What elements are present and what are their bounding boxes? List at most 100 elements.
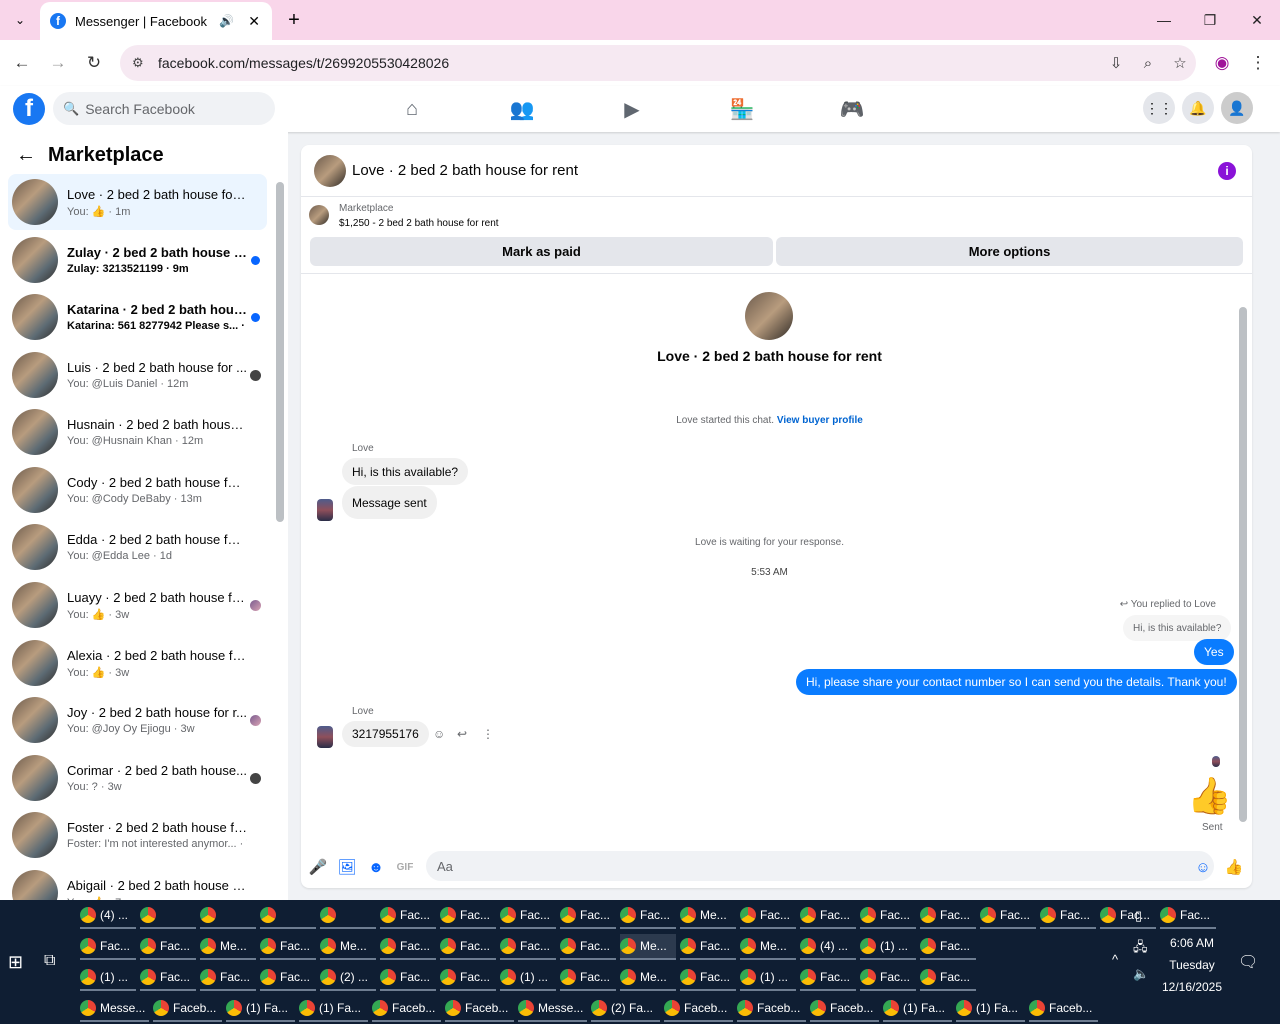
taskbar-app-button[interactable]: Fac...	[260, 934, 316, 960]
taskbar-app-button[interactable]: (1) Fa...	[883, 996, 952, 1022]
taskbar-app-button[interactable]: Me...	[320, 934, 376, 960]
notification-center-icon[interactable]: 🗨	[1238, 952, 1258, 972]
minimize-button[interactable]: —	[1152, 8, 1176, 32]
taskbar-app-button[interactable]: Fac...	[500, 934, 556, 960]
task-view-icon[interactable]: ⧉	[44, 952, 55, 970]
close-tab-icon[interactable]: ✕	[248, 13, 260, 30]
profile-icon[interactable]: ◉	[1210, 51, 1234, 75]
site-info-icon[interactable]: ⚙	[132, 55, 152, 71]
address-bar[interactable]: ⚙ facebook.com/messages/t/26992055304280…	[120, 45, 1196, 81]
search-input[interactable]: 🔍 Search Facebook	[53, 92, 275, 125]
taskbar-app-button[interactable]: Fac...	[620, 903, 676, 929]
microphone-icon[interactable]: 🎤	[307, 856, 329, 878]
outgoing-message[interactable]: Hi, please share your contact number so …	[796, 669, 1237, 695]
more-options-button[interactable]: More options	[776, 237, 1243, 266]
network-icon[interactable]: 🖧	[1133, 938, 1148, 960]
conversation-title[interactable]: Love · 2 bed 2 bath house for rent	[352, 162, 578, 179]
gaming-icon[interactable]: 🎮	[832, 94, 872, 124]
taskbar-app-button[interactable]: Faceb...	[810, 996, 879, 1022]
install-app-icon[interactable]: ⇩	[1100, 54, 1132, 72]
incoming-message[interactable]: 3217955176	[342, 721, 429, 747]
taskbar-app-button[interactable]: Fac...	[500, 903, 556, 929]
taskbar-app-button[interactable]: Faceb...	[664, 996, 733, 1022]
taskbar-app-button[interactable]: Faceb...	[1029, 996, 1098, 1022]
taskbar-app-button[interactable]: Fac...	[440, 934, 496, 960]
mark-as-paid-button[interactable]: Mark as paid	[310, 237, 773, 266]
taskbar-app-button[interactable]: Fac...	[560, 934, 616, 960]
taskbar-app-button[interactable]: (1) ...	[860, 934, 916, 960]
taskbar-app-button[interactable]: Fac...	[140, 965, 196, 991]
browser-menu-icon[interactable]: ⋮	[1246, 51, 1270, 75]
taskbar-app-button[interactable]	[140, 903, 196, 929]
taskbar-app-button[interactable]: Fac...	[380, 965, 436, 991]
conversation-item[interactable]: Alexia · 2 bed 2 bath house for ... You: …	[8, 635, 267, 691]
sticker-icon[interactable]: ☻	[365, 856, 387, 878]
zoom-icon[interactable]: ⌕	[1132, 55, 1164, 72]
account-avatar[interactable]: 👤	[1221, 92, 1253, 124]
restore-button[interactable]: ❐	[1198, 8, 1222, 32]
taskbar-app-button[interactable]: Faceb...	[737, 996, 806, 1022]
taskbar-app-button[interactable]: (1) Fa...	[299, 996, 368, 1022]
thumbs-up-sticker-icon[interactable]: 👍	[1187, 775, 1232, 817]
taskbar-app-button[interactable]: Me...	[200, 934, 256, 960]
taskbar-app-button[interactable]: Faceb...	[372, 996, 441, 1022]
incoming-message[interactable]: Message sent	[342, 486, 437, 519]
taskbar-app-button[interactable]: Fac...	[860, 965, 916, 991]
taskbar-app-button[interactable]: Fac...	[920, 934, 976, 960]
conversation-item[interactable]: Edda · 2 bed 2 bath house for r... You: @…	[8, 519, 267, 575]
list-scrollbar[interactable]	[276, 182, 284, 522]
taskbar-app-button[interactable]: Fac...	[380, 934, 436, 960]
friends-icon[interactable]: 👥	[502, 94, 542, 124]
taskbar-app-button[interactable]: Fac...	[800, 903, 856, 929]
info-icon[interactable]: i	[1218, 162, 1236, 180]
conversation-item[interactable]: Joy · 2 bed 2 bath house for r... You: @J…	[8, 692, 267, 748]
taskbar-app-button[interactable]: Me...	[740, 934, 796, 960]
taskbar-app-button[interactable]: Fac...	[440, 965, 496, 991]
browser-tab-messenger[interactable]: f Messenger | Facebook 🔊 ✕	[40, 2, 272, 40]
back-arrow-icon[interactable]: ←	[10, 51, 34, 75]
taskbar-app-button[interactable]: (4) ...	[80, 903, 136, 929]
thread-scrollbar[interactable]	[1239, 307, 1247, 822]
taskbar-app-button[interactable]: (1) Fa...	[226, 996, 295, 1022]
conversation-item[interactable]: Corimar · 2 bed 2 bath house... You: ? · …	[8, 750, 267, 806]
forward-arrow-icon[interactable]: →	[46, 51, 70, 75]
phone-link-icon[interactable]: ▯	[1135, 908, 1142, 924]
close-window-button[interactable]: ✕	[1245, 8, 1269, 32]
taskbar-app-button[interactable]: Messe...	[80, 996, 149, 1022]
conversation-item[interactable]: Foster · 2 bed 2 bath house for ... Foste…	[8, 807, 267, 863]
taskbar-app-button[interactable]	[260, 903, 316, 929]
back-arrow-icon[interactable]: ←	[16, 144, 36, 167]
video-icon[interactable]: ▶	[612, 94, 652, 124]
taskbar-app-button[interactable]: Fac...	[200, 965, 256, 991]
conversation-item[interactable]: Luayy · 2 bed 2 bath house fo... You: 👍 ·…	[8, 577, 267, 633]
taskbar-app-button[interactable]: (2) Fa...	[591, 996, 660, 1022]
home-icon[interactable]: ⌂	[392, 94, 432, 124]
reload-icon[interactable]: ↻	[82, 51, 106, 75]
start-windows-icon[interactable]: ⊞	[8, 952, 23, 973]
taskbar-app-button[interactable]: Fac...	[920, 965, 976, 991]
taskbar-app-button[interactable]: Fac...	[740, 903, 796, 929]
listing-summary[interactable]: Marketplace $1,250 - 2 bed 2 bath house …	[309, 203, 499, 229]
taskbar-app-button[interactable]: Fac...	[860, 903, 916, 929]
volume-icon[interactable]: 🔈	[1133, 966, 1149, 982]
taskbar-clock[interactable]: 6:06 AM Tuesday 12/16/2025	[1157, 932, 1227, 998]
gif-icon[interactable]: GIF	[394, 856, 416, 878]
taskbar-app-button[interactable]: Fac...	[1040, 903, 1096, 929]
sender-avatar[interactable]	[317, 726, 333, 748]
taskbar-app-button[interactable]: Fac...	[920, 903, 976, 929]
taskbar-app-button[interactable]	[200, 903, 256, 929]
reply-icon[interactable]: ↩	[457, 727, 467, 741]
taskbar-app-button[interactable]: Messe...	[518, 996, 587, 1022]
message-input[interactable]: Aa	[426, 851, 1214, 881]
menu-grid-icon[interactable]: ⋮⋮	[1143, 92, 1175, 124]
quoted-message[interactable]: Hi, is this available?	[1123, 615, 1232, 641]
taskbar-app-button[interactable]: Fac...	[260, 965, 316, 991]
conversation-item[interactable]: Zulay · 2 bed 2 bath house for... Zulay: …	[8, 232, 267, 288]
taskbar-app-button[interactable]: Fac...	[800, 965, 856, 991]
react-emoji-icon[interactable]: ☺	[433, 727, 445, 741]
taskbar-app-button[interactable]: Fac...	[440, 903, 496, 929]
taskbar-app-button[interactable]: Fac...	[1100, 903, 1156, 929]
taskbar-app-button[interactable]: (4) ...	[800, 934, 856, 960]
taskbar-app-button[interactable]: (1) ...	[740, 965, 796, 991]
taskbar-app-button[interactable]: Me...	[620, 965, 676, 991]
